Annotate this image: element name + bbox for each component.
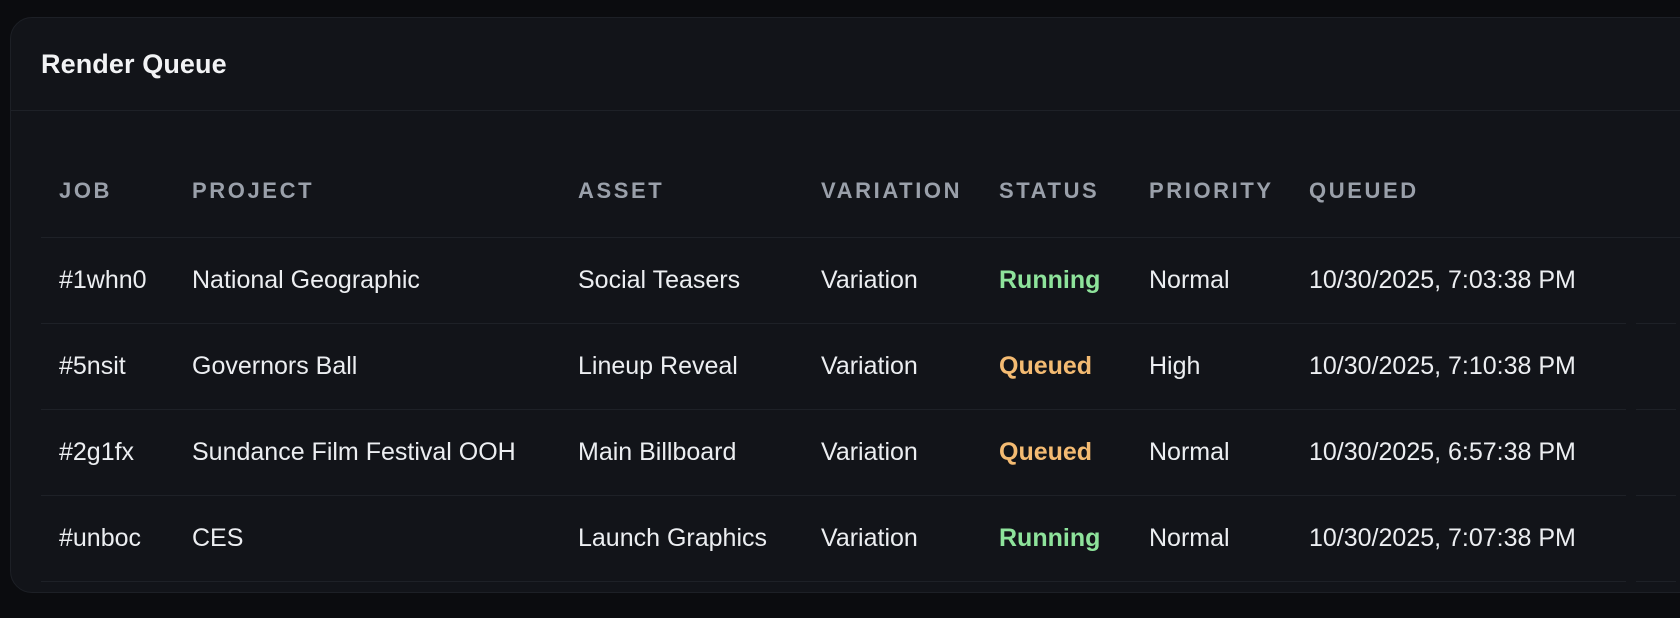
panel-header: Render Queue: [11, 18, 1680, 111]
row-divider-extension: [1636, 581, 1676, 582]
project-name: Governors Ball: [192, 352, 358, 380]
job-id: #unboc: [59, 524, 142, 552]
queued-timestamp: 10/30/2025, 7:07:38 PM: [1309, 524, 1576, 552]
column-header-job[interactable]: JOB: [59, 151, 112, 231]
asset-name: Launch Graphics: [578, 524, 768, 552]
column-header-asset[interactable]: ASSET: [578, 151, 664, 231]
row-divider: [41, 581, 1626, 582]
status-badge: Queued: [999, 438, 1093, 466]
table-row[interactable]: #1whn0 National Geographic Social Teaser…: [41, 238, 1680, 324]
column-header-project[interactable]: PROJECT: [192, 151, 314, 231]
project-name: CES: [192, 524, 244, 552]
queued-timestamp: 10/30/2025, 7:10:38 PM: [1309, 352, 1576, 380]
table-header-row: JOB PROJECT ASSET VARIATION STATUS PRIOR…: [41, 151, 1680, 238]
job-id: #2g1fx: [59, 438, 135, 466]
priority-value: Normal: [1149, 438, 1230, 466]
column-header-priority[interactable]: PRIORITY: [1149, 151, 1274, 231]
priority-value: Normal: [1149, 266, 1230, 294]
variation-name: Variation: [821, 438, 918, 466]
table-row[interactable]: #5nsit Governors Ball Lineup Reveal Vari…: [41, 324, 1680, 410]
priority-value: Normal: [1149, 524, 1230, 552]
job-id: #1whn0: [59, 266, 147, 294]
status-badge: Queued: [999, 352, 1093, 380]
status-badge: Running: [999, 524, 1101, 552]
asset-name: Main Billboard: [578, 438, 737, 466]
column-header-variation[interactable]: VARIATION: [821, 151, 962, 231]
render-queue-panel: Render Queue JOB PROJECT ASSET VARIATION…: [10, 17, 1680, 593]
variation-name: Variation: [821, 524, 918, 552]
panel-title: Render Queue: [41, 48, 227, 79]
queued-timestamp: 10/30/2025, 6:57:38 PM: [1309, 438, 1576, 466]
asset-name: Social Teasers: [578, 266, 741, 294]
asset-name: Lineup Reveal: [578, 352, 738, 380]
project-name: National Geographic: [192, 266, 420, 294]
project-name: Sundance Film Festival OOH: [192, 438, 516, 466]
table-row[interactable]: #2g1fx Sundance Film Festival OOH Main B…: [41, 410, 1680, 496]
status-badge: Running: [999, 266, 1101, 294]
column-header-queued[interactable]: QUEUED: [1309, 151, 1419, 231]
variation-name: Variation: [821, 266, 918, 294]
table-row[interactable]: #unboc CES Launch Graphics Variation Run…: [41, 496, 1680, 582]
column-header-status[interactable]: STATUS: [999, 151, 1099, 231]
render-queue-table: JOB PROJECT ASSET VARIATION STATUS PRIOR…: [41, 151, 1680, 582]
queued-timestamp: 10/30/2025, 7:03:38 PM: [1309, 266, 1576, 294]
priority-value: High: [1149, 352, 1201, 380]
variation-name: Variation: [821, 352, 918, 380]
job-id: #5nsit: [59, 352, 126, 380]
